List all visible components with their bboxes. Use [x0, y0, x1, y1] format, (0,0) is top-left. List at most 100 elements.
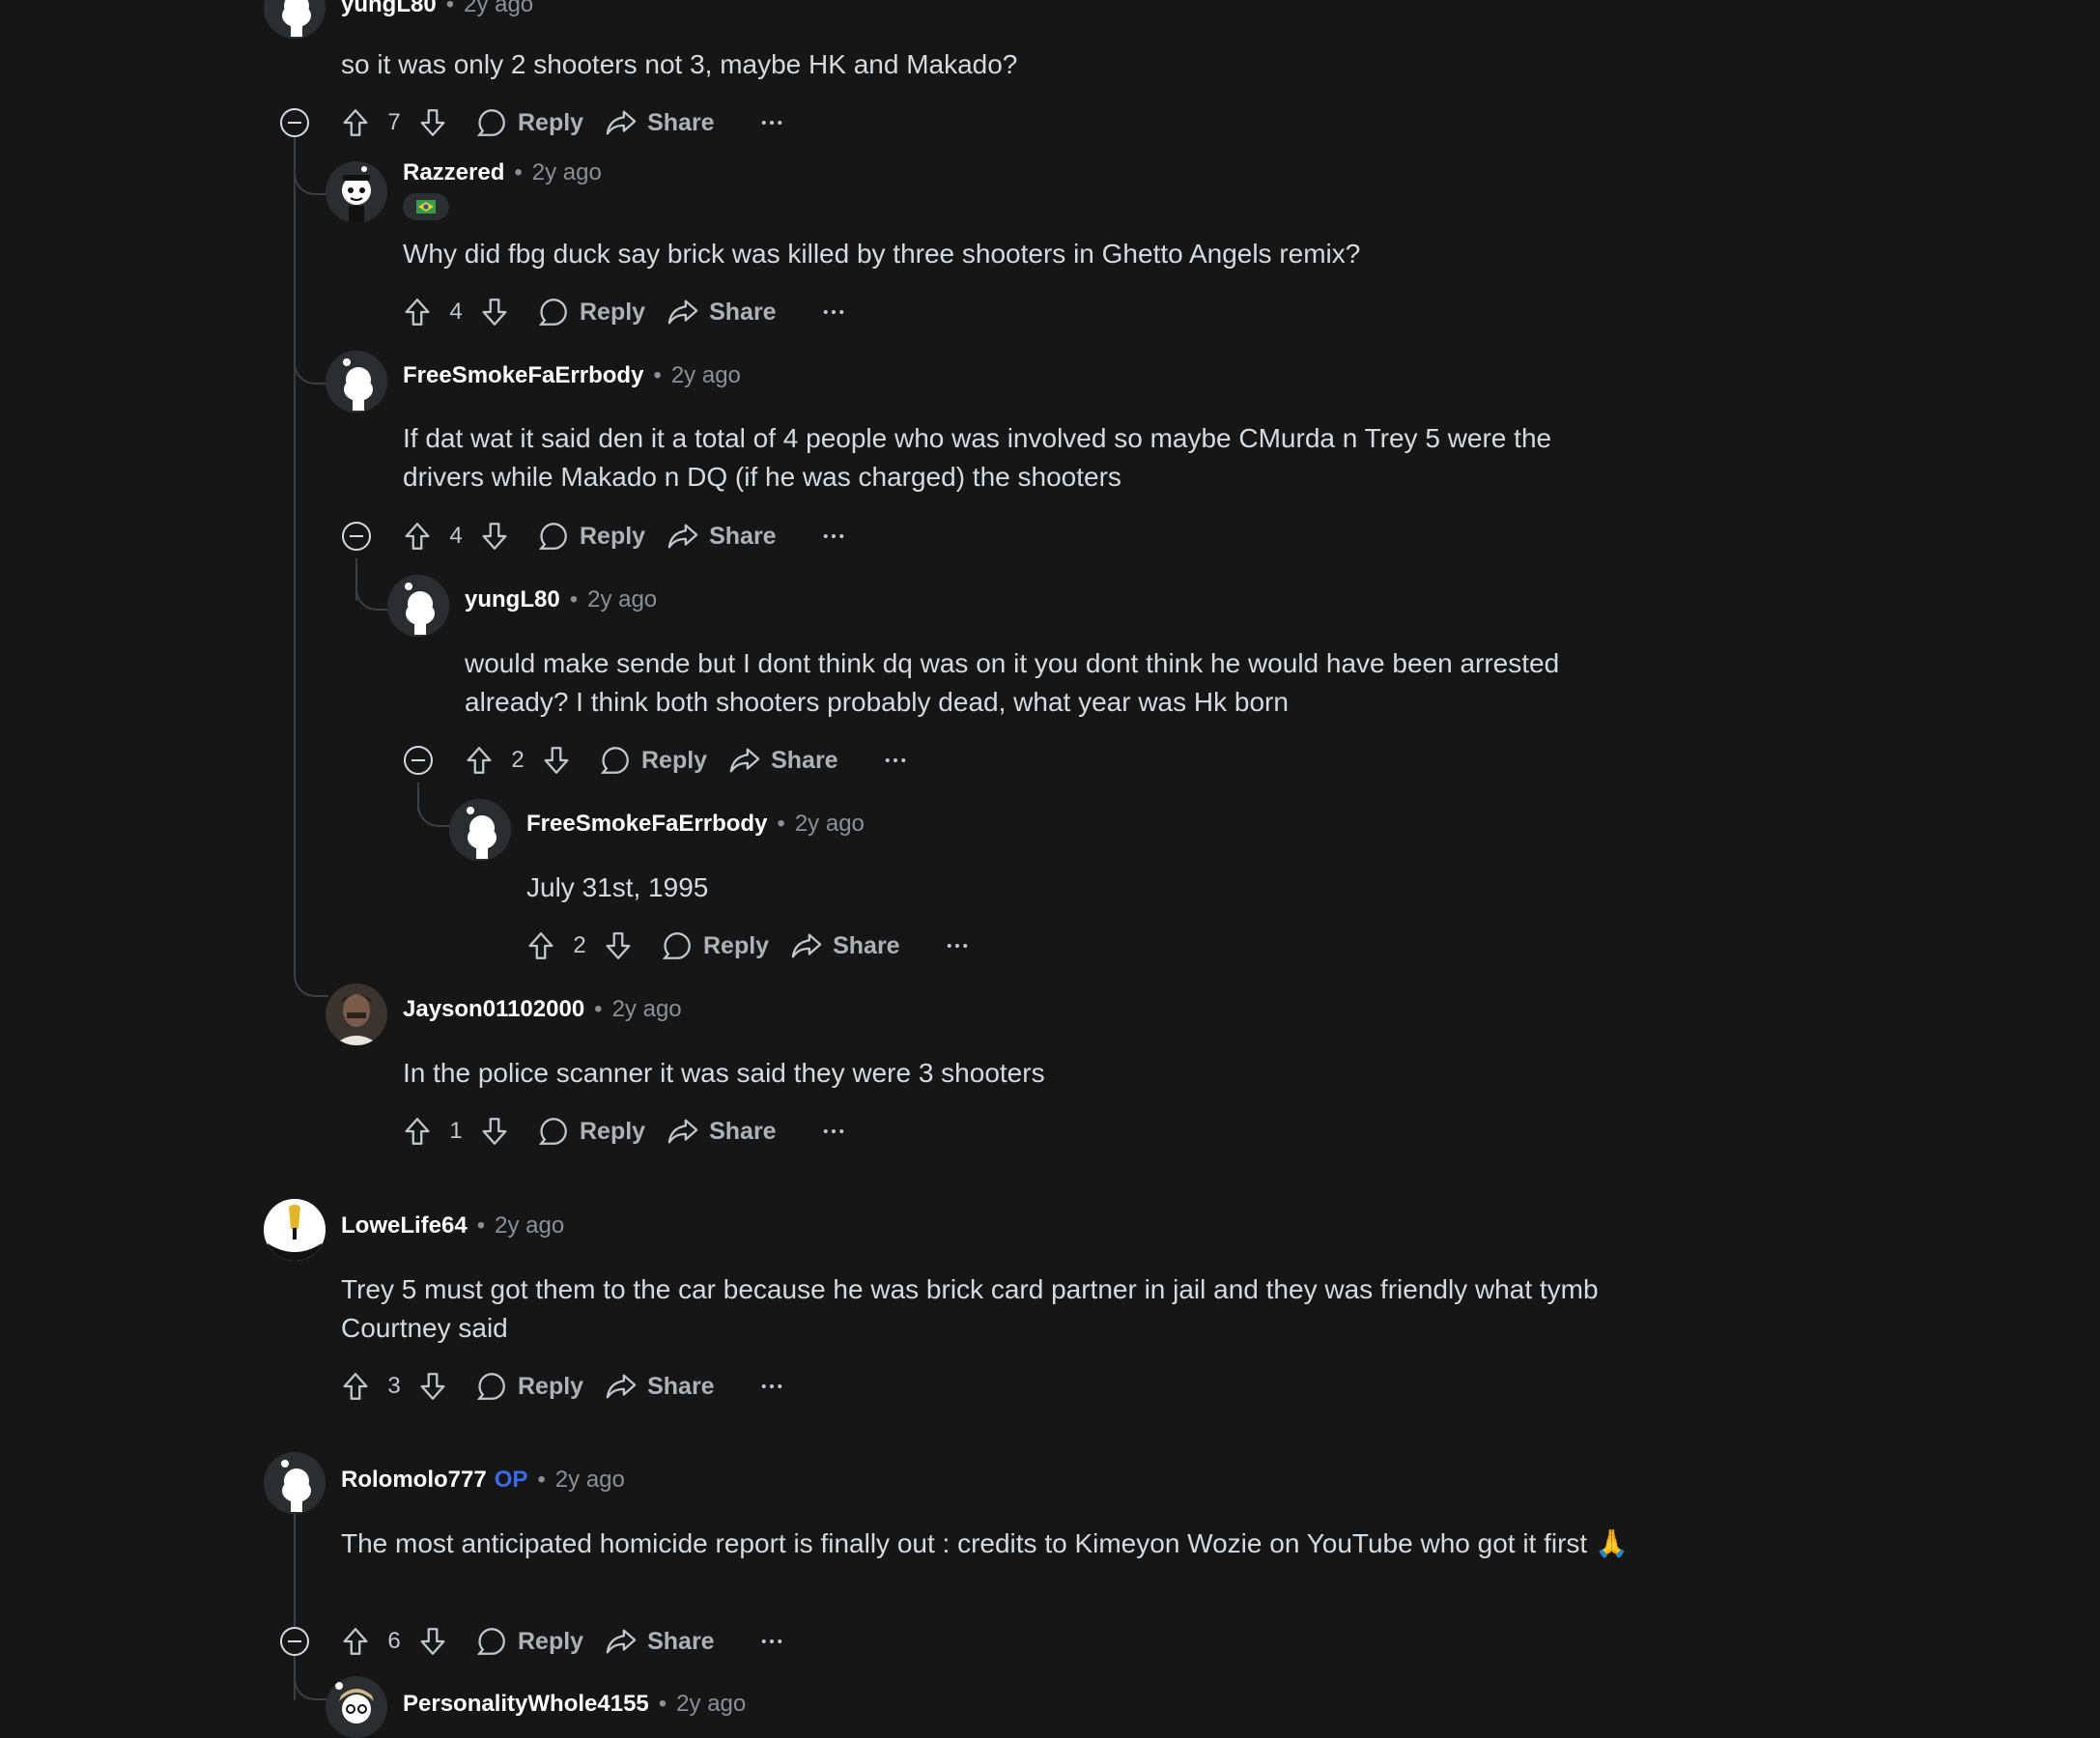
more-options-icon[interactable] [819, 298, 848, 327]
username-link[interactable]: Razzered [403, 159, 504, 186]
share-button[interactable]: Share [667, 296, 777, 328]
collapse-thread-button[interactable] [280, 1627, 309, 1656]
upvote-icon[interactable] [334, 101, 377, 144]
more-options-icon[interactable] [943, 931, 972, 960]
upvote-icon[interactable] [334, 1365, 377, 1408]
avatar[interactable] [264, 1452, 326, 1514]
avatar[interactable] [449, 799, 511, 861]
avatar[interactable] [264, 0, 326, 39]
snoo-avatar-icon [264, 1452, 326, 1514]
reply-button[interactable]: Reply [661, 929, 769, 962]
share-label: Share [833, 931, 900, 959]
avatar[interactable] [326, 983, 387, 1045]
comment-bubble-icon [476, 109, 505, 136]
upvote-icon[interactable] [396, 291, 439, 333]
comment-bubble-icon [662, 932, 691, 959]
upvote-icon[interactable] [396, 1110, 439, 1153]
username-link[interactable]: FreeSmokeFaErrbody [403, 362, 643, 389]
more-options-icon[interactable] [757, 1372, 786, 1401]
reply-label: Reply [580, 298, 646, 326]
more-options-icon[interactable] [881, 746, 910, 775]
snoo-avatar-icon [326, 1676, 387, 1738]
reply-button[interactable]: Reply [599, 744, 707, 777]
timestamp[interactable]: 2y ago [555, 1467, 625, 1494]
share-button[interactable]: Share [605, 1625, 715, 1658]
snoo-avatar-icon [326, 161, 387, 223]
avatar[interactable] [264, 1199, 326, 1261]
thread-branch [294, 947, 328, 997]
avatar[interactable] [387, 575, 449, 637]
username-link[interactable]: Rolomolo777 [341, 1467, 487, 1494]
comment-actions: 1 Reply Share [396, 1110, 848, 1153]
share-button[interactable]: Share [667, 520, 777, 553]
upvote-icon[interactable] [520, 925, 562, 967]
downvote-icon[interactable] [473, 291, 516, 333]
reply-label: Reply [580, 1117, 646, 1145]
snoo-avatar-icon [449, 799, 511, 861]
username-link[interactable]: Jayson01102000 [403, 996, 584, 1023]
downvote-icon[interactable] [473, 515, 516, 557]
timestamp[interactable]: 2y ago [464, 0, 533, 18]
timestamp[interactable]: 2y ago [795, 811, 865, 838]
timestamp[interactable]: 2y ago [532, 159, 602, 186]
avatar[interactable] [326, 351, 387, 413]
upvote-icon[interactable] [334, 1620, 377, 1663]
thread-line [294, 135, 296, 976]
collapse-thread-button[interactable] [280, 108, 309, 137]
share-label: Share [647, 1372, 715, 1400]
reply-button[interactable]: Reply [475, 1370, 583, 1403]
downvote-icon[interactable] [411, 101, 454, 144]
username-link[interactable]: LoweLife64 [341, 1212, 468, 1239]
separator-dot: • [476, 1212, 486, 1239]
vote-count: 6 [387, 1628, 401, 1654]
timestamp[interactable]: 2y ago [671, 362, 741, 389]
separator-dot: • [594, 996, 603, 1022]
share-button[interactable]: Share [790, 929, 900, 962]
comment-meta: LoweLife64 • 2y ago [341, 1210, 564, 1242]
share-arrow-icon [667, 1119, 698, 1144]
reply-label: Reply [518, 1372, 584, 1400]
collapse-thread-button[interactable] [342, 522, 371, 551]
more-options-icon[interactable] [757, 108, 786, 137]
downvote-icon[interactable] [535, 739, 578, 782]
collapse-thread-button[interactable] [404, 746, 433, 775]
more-options-icon[interactable] [819, 522, 848, 551]
comment-bubble-icon [538, 523, 567, 550]
upvote-icon[interactable] [396, 515, 439, 557]
downvote-icon[interactable] [411, 1620, 454, 1663]
share-button[interactable]: Share [728, 744, 838, 777]
reply-button[interactable]: Reply [537, 1115, 645, 1148]
comment-meta: PersonalityWhole4155 • 2y ago [403, 1688, 746, 1721]
comment-actions: 3 Reply Share [334, 1365, 786, 1408]
share-arrow-icon [606, 1374, 637, 1399]
downvote-icon[interactable] [473, 1110, 516, 1153]
comment-bubble-icon [538, 299, 567, 326]
reply-button[interactable]: Reply [475, 106, 583, 139]
share-button[interactable]: Share [605, 1370, 715, 1403]
reply-button[interactable]: Reply [537, 520, 645, 553]
comment-meta: FreeSmokeFaErrbody • 2y ago [403, 359, 741, 392]
avatar[interactable] [326, 1676, 387, 1738]
username-link[interactable]: yungL80 [341, 0, 437, 18]
vote-count: 4 [449, 299, 463, 325]
share-button[interactable]: Share [605, 106, 715, 139]
timestamp[interactable]: 2y ago [495, 1212, 564, 1239]
comment-bubble-icon [476, 1628, 505, 1655]
share-arrow-icon [667, 524, 698, 549]
share-arrow-icon [729, 748, 760, 773]
downvote-icon[interactable] [411, 1365, 454, 1408]
reply-label: Reply [518, 1627, 584, 1655]
reply-button[interactable]: Reply [537, 296, 645, 328]
username-link[interactable]: FreeSmokeFaErrbody [526, 811, 767, 838]
share-button[interactable]: Share [667, 1115, 777, 1148]
username-link[interactable]: yungL80 [465, 586, 560, 613]
brazil-flag-icon [416, 200, 436, 214]
reply-button[interactable]: Reply [475, 1625, 583, 1658]
timestamp[interactable]: 2y ago [612, 996, 682, 1023]
timestamp[interactable]: 2y ago [587, 586, 657, 613]
more-options-icon[interactable] [757, 1627, 786, 1656]
more-options-icon[interactable] [819, 1117, 848, 1146]
avatar[interactable] [326, 161, 387, 223]
upvote-icon[interactable] [458, 739, 500, 782]
downvote-icon[interactable] [597, 925, 639, 967]
